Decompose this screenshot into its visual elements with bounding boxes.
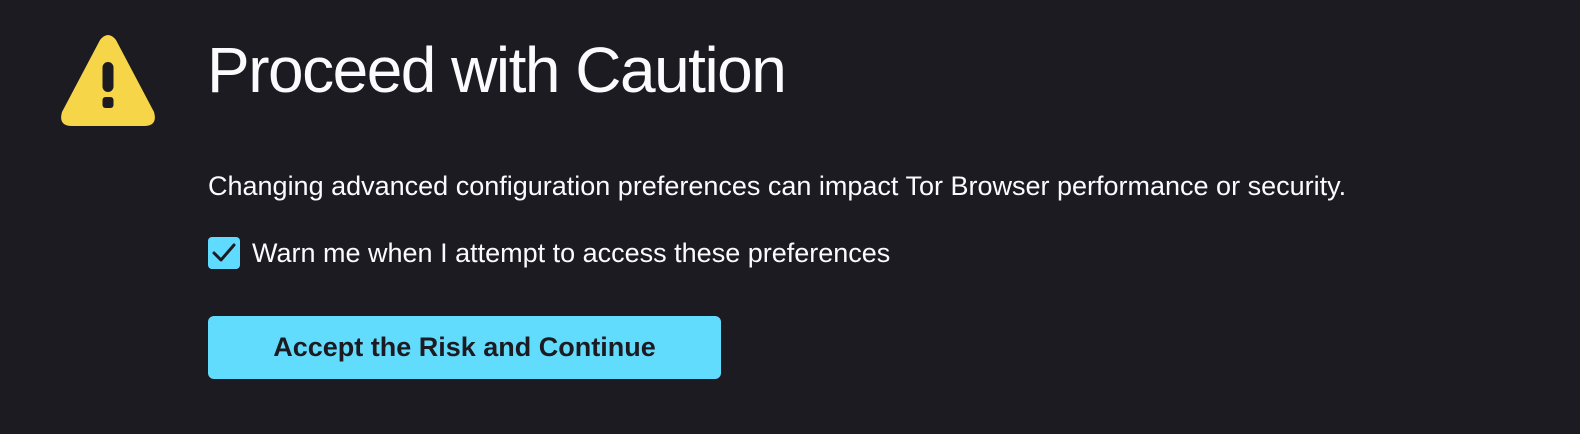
warn-checkbox-label: Warn me when I attempt to access these p…	[252, 238, 891, 268]
warn-checkbox-row[interactable]: Warn me when I attempt to access these p…	[208, 236, 890, 270]
page-title: Proceed with Caution	[207, 34, 787, 106]
warning-description: Changing advanced configuration preferen…	[208, 171, 1347, 201]
checkmark-icon	[212, 243, 236, 262]
accept-risk-button[interactable]: Accept the Risk and Continue	[208, 316, 721, 379]
warn-checkbox[interactable]	[208, 237, 240, 269]
warning-triangle-icon	[58, 34, 158, 128]
